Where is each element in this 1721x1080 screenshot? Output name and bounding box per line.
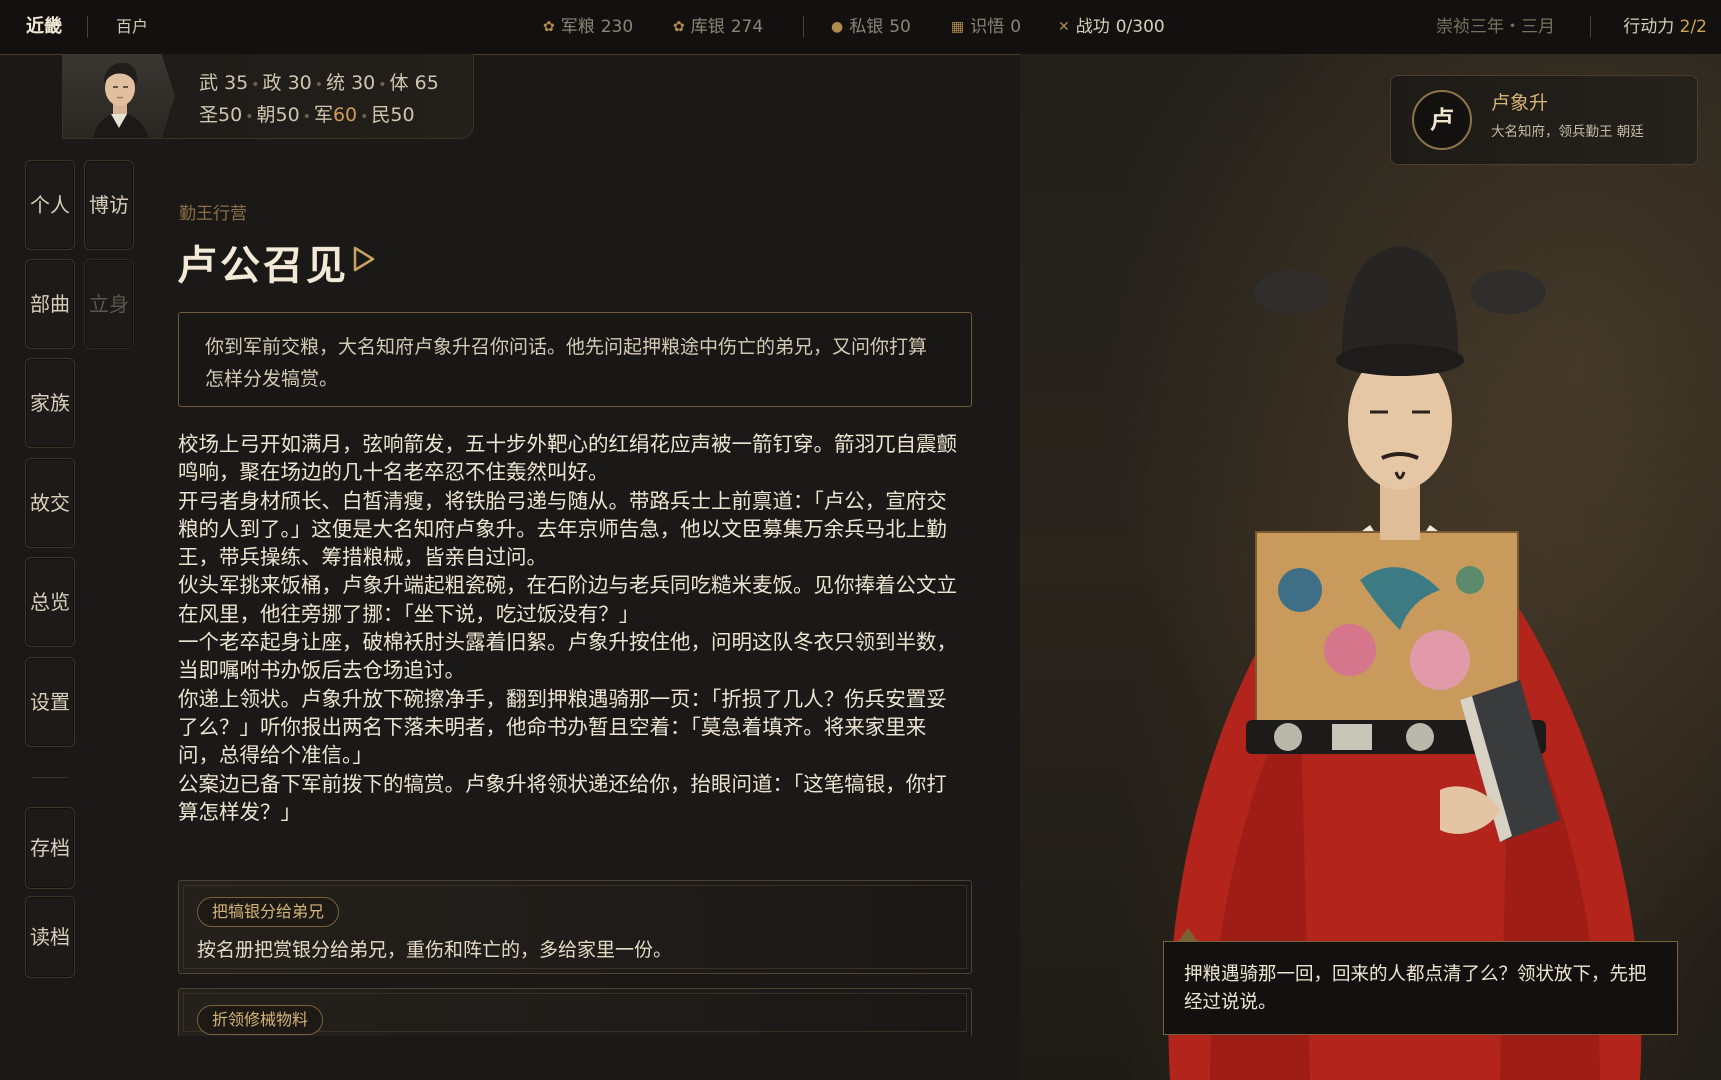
rep-army-value: 60 <box>332 104 358 126</box>
rep-emperor-value: 50 <box>218 104 243 126</box>
play-icon[interactable] <box>352 245 376 273</box>
scene-section-label: 勤王行营 <box>179 204 247 224</box>
narrative-paragraph: 你递上领状。卢象升放下碗擦净手，翻到押粮遇骑那一页：「折损了几人？伤兵安置妥了么… <box>178 686 947 768</box>
region-label: 近畿 <box>26 16 62 37</box>
money-bag-icon: ● <box>831 19 844 35</box>
grain-value: 230 <box>600 17 634 37</box>
nav-visit-button[interactable]: 博访 <box>84 160 134 250</box>
money-resource: ● 私银 50 <box>831 0 911 54</box>
choice-tag: 折领修械物料 <box>197 1005 324 1035</box>
rep-people-label: 民 <box>371 104 391 126</box>
narrative-paragraph: 伙头军挑来饭桶，卢象升端起粗瓷碗，在石阶边与老兵同吃糙米麦饭。见你捧着公文立在风… <box>178 573 957 626</box>
action-points: 行动力 2/2 <box>1623 0 1707 54</box>
merit-label: 战功 <box>1075 17 1110 37</box>
merit-resource: ✕ 战功 0/300 <box>1058 0 1165 54</box>
choice-tag: 把犒银分给弟兄 <box>197 897 340 927</box>
action-points-value: 2/2 <box>1679 17 1707 37</box>
stat-politics-value: 30 <box>287 72 312 94</box>
player-portrait[interactable] <box>63 54 175 138</box>
nav-save-button[interactable]: 存档 <box>25 807 75 889</box>
nav-friends-button[interactable]: 故交 <box>25 458 75 548</box>
narrative-text: 校场上弓开如满月，弦响箭发，五十步外靶心的红绢花应声被一箭钉穿。箭羽兀自震颤鸣响… <box>178 430 960 826</box>
npc-info-card[interactable]: 卢 卢象升 大名知府，领兵勤王 朝廷 <box>1390 75 1698 165</box>
treasury-resource: ✿ 库银 274 <box>673 0 763 54</box>
nav-divider <box>32 777 68 778</box>
rep-court-value: 50 <box>275 104 300 126</box>
scene-intro-box: 你到军前交粮，大名知府卢象升召你问话。他先问起押粮途中伤亡的弟兄，又问你打算怎样… <box>178 312 972 407</box>
rep-emperor-label: 圣 <box>199 104 219 126</box>
nav-troops-button[interactable]: 部曲 <box>25 259 75 349</box>
divider <box>1590 16 1591 38</box>
money-value: 50 <box>889 17 911 37</box>
divider <box>87 16 88 38</box>
narrative-paragraph: 一个老卒起身让座，破棉袄肘头露着旧絮。卢象升按住他，问明这队冬衣只领到半数，当即… <box>178 630 957 683</box>
insight-label: 识悟 <box>970 17 1005 37</box>
scene-title: 卢公召见 <box>177 242 349 289</box>
grain-resource: ✿ 军粮 230 <box>543 0 633 54</box>
npc-dialogue-bubble: 押粮遇骑那一回，回来的人都点清了么？领状放下，先把经过说说。 <box>1163 941 1678 1035</box>
speech-bubble-tail <box>1178 928 1198 942</box>
nav-personal-button[interactable]: 个人 <box>25 160 75 250</box>
choice-option-2[interactable]: 折领修械物料 <box>178 988 972 1036</box>
grain-label: 军粮 <box>560 17 595 37</box>
money-label: 私银 <box>849 17 884 37</box>
narrative-paragraph: 公案边已备下军前拨下的犒赏。卢象升将领状递还给你，抬眼问道：「这笔犒银，你打算怎… <box>178 771 947 824</box>
grain-icon: ✿ <box>543 19 555 35</box>
narrative-paragraph: 开弓者身材颀长、白皙清瘦，将铁胎弓递与随从。带路兵士上前禀道：「卢公，宣府交粮的… <box>178 488 947 570</box>
insight-icon: ▦ <box>951 19 965 35</box>
rep-people-value: 50 <box>390 104 415 126</box>
stat-command-value: 30 <box>351 72 376 94</box>
player-portrait-art <box>93 62 149 138</box>
nav-establish-button[interactable]: 立身 <box>84 259 134 349</box>
action-points-label: 行动力 <box>1623 17 1675 37</box>
npc-avatar: 卢 <box>1412 90 1472 150</box>
insight-resource: ▦ 识悟 0 <box>951 0 1021 54</box>
player-stats-row-2: 圣50 • 朝50 • 军60 • 民50 <box>199 104 415 126</box>
player-panel[interactable]: 武 35 • 政 30 • 统 30 • 体 65 圣50 • 朝50 • 军60 • 民50 <box>62 54 474 139</box>
stat-command-label: 统 <box>326 72 346 94</box>
crossed-swords-icon: ✕ <box>1058 19 1070 35</box>
stat-martial-label: 武 <box>199 72 219 94</box>
nav-settings-button[interactable]: 设置 <box>25 657 75 747</box>
treasury-label: 库银 <box>690 17 725 37</box>
stat-martial-value: 35 <box>224 72 249 94</box>
npc-description: 大名知府，领兵勤王 朝廷 <box>1491 124 1644 140</box>
divider <box>803 16 804 38</box>
nav-family-button[interactable]: 家族 <box>25 358 75 448</box>
merit-value: 0/300 <box>1115 17 1165 37</box>
insight-value: 0 <box>1010 17 1022 37</box>
rep-court-label: 朝 <box>256 104 276 126</box>
player-stats-row-1: 武 35 • 政 30 • 统 30 • 体 65 <box>199 72 439 94</box>
treasury-icon: ✿ <box>673 19 685 35</box>
rep-army-label: 军 <box>313 104 333 126</box>
npc-name: 卢象升 <box>1491 92 1549 114</box>
nav-overview-button[interactable]: 总览 <box>25 557 75 647</box>
rank-label: 百户 <box>116 17 149 36</box>
treasury-value: 274 <box>730 17 764 37</box>
nav-load-button[interactable]: 读档 <box>25 896 75 978</box>
stat-politics-label: 政 <box>262 72 282 94</box>
narrative-paragraph: 校场上弓开如满月，弦响箭发，五十步外靶心的红绢花应声被一箭钉穿。箭羽兀自震颤鸣响… <box>178 432 957 485</box>
top-bar: 近畿 百户 ✿ 军粮 230 ✿ 库银 274 ● 私银 50 ▦ 识悟 0 ✕… <box>0 0 1721 55</box>
stat-body-label: 体 <box>389 72 409 94</box>
stat-body-value: 65 <box>414 72 439 94</box>
choice-description: 按名册把赏银分给弟兄，重伤和阵亡的，多给家里一份。 <box>197 939 673 961</box>
date-label: 崇祯三年・三月 <box>1436 17 1555 37</box>
choice-option-1[interactable]: 把犒银分给弟兄 按名册把赏银分给弟兄，重伤和阵亡的，多给家里一份。 <box>178 880 972 974</box>
